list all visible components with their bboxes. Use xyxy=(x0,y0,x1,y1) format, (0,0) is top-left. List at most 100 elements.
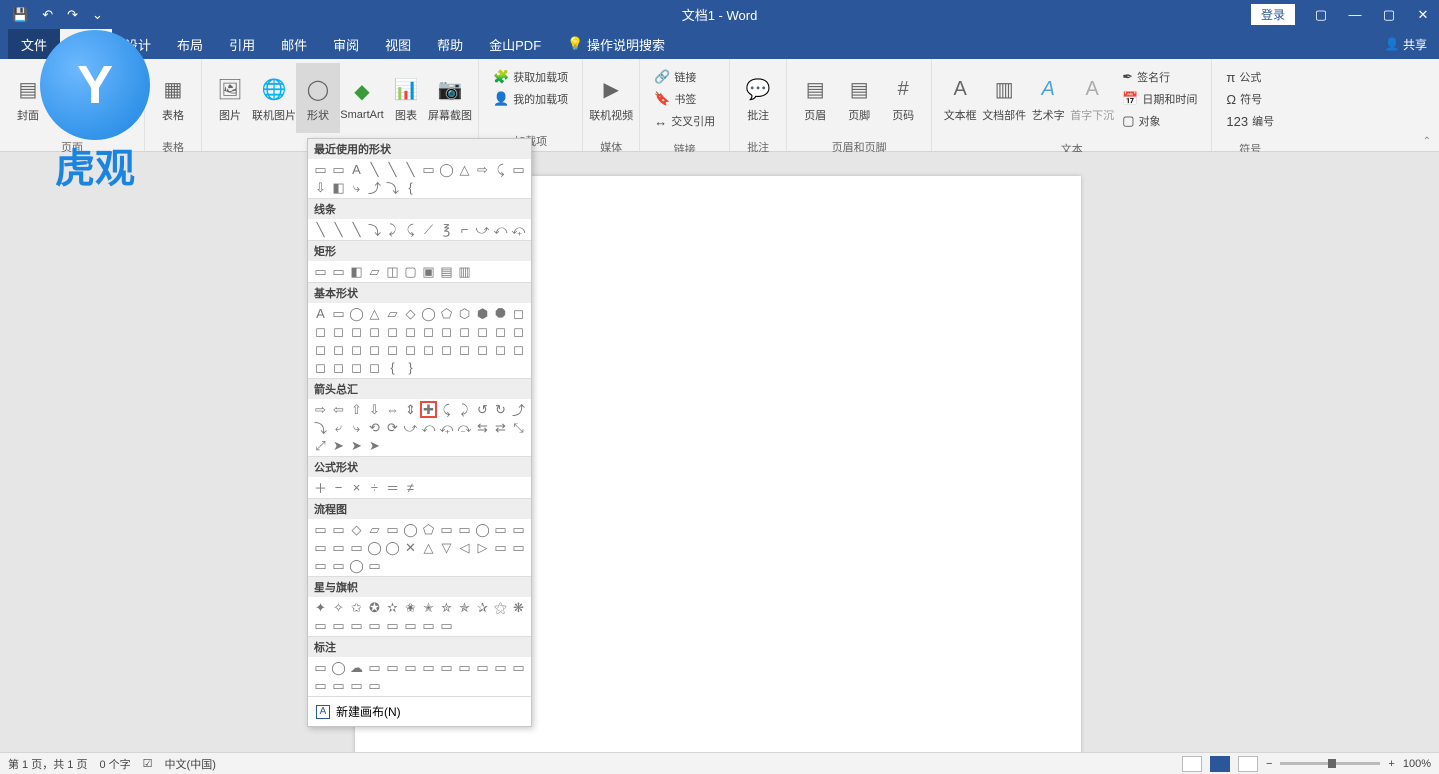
shape-rects-4[interactable]: ◫ xyxy=(384,263,401,280)
shape-recent-6[interactable]: ▭ xyxy=(420,161,437,178)
status-page[interactable]: 第 1 页，共 1 页 xyxy=(8,756,87,772)
shape-basic-19[interactable]: ◻ xyxy=(438,323,455,340)
shape-flow-11[interactable]: ▭ xyxy=(510,521,527,538)
undo-icon[interactable]: ↶ xyxy=(42,7,53,23)
shape-callouts-7[interactable]: ▭ xyxy=(438,659,455,676)
collapse-ribbon-icon[interactable]: ⌃ xyxy=(1423,136,1431,147)
shape-stars-3[interactable]: ✪ xyxy=(366,599,383,616)
chart-button[interactable]: 📊图表 xyxy=(384,63,428,133)
shape-arrows-13[interactable]: ⤶ xyxy=(330,419,347,436)
shape-basic-32[interactable]: ◻ xyxy=(456,341,473,358)
quickparts-button[interactable]: ▥文档部件 xyxy=(982,63,1026,133)
shape-stars-7[interactable]: ✮ xyxy=(438,599,455,616)
shape-callouts-15[interactable]: ▭ xyxy=(366,677,383,694)
shape-recent-2[interactable]: A xyxy=(348,161,365,178)
shape-callouts-5[interactable]: ▭ xyxy=(402,659,419,676)
shape-lines-4[interactable]: ⤸ xyxy=(384,221,401,238)
shape-flow-14[interactable]: ▭ xyxy=(348,539,365,556)
shape-lines-5[interactable]: ⤹ xyxy=(402,221,419,238)
screenshot-button[interactable]: 📷屏幕截图 xyxy=(428,63,472,133)
tab-insert[interactable]: 插入 xyxy=(60,29,112,59)
save-icon[interactable]: 💾 xyxy=(12,7,28,23)
shape-lines-9[interactable]: ⤻ xyxy=(474,221,491,238)
shape-basic-14[interactable]: ◻ xyxy=(348,323,365,340)
bookmark-button[interactable]: 🔖书签 xyxy=(650,89,719,109)
shape-arrows-22[interactable]: ⇄ xyxy=(492,419,509,436)
shape-basic-35[interactable]: ◻ xyxy=(510,341,527,358)
shape-eq-3[interactable]: ÷ xyxy=(366,479,383,496)
shape-arrows-17[interactable]: ⤻ xyxy=(402,419,419,436)
shape-flow-13[interactable]: ▭ xyxy=(330,539,347,556)
shape-callouts-12[interactable]: ▭ xyxy=(312,677,329,694)
new-canvas-button[interactable]: A 新建画布(N) xyxy=(308,696,531,726)
shape-arrows-3[interactable]: ⇩ xyxy=(366,401,383,418)
shape-arrows-23[interactable]: ⤡ xyxy=(510,419,527,436)
tab-mailings[interactable]: 邮件 xyxy=(268,29,320,59)
shape-recent-14[interactable]: ⤷ xyxy=(348,179,365,196)
shape-flow-18[interactable]: △ xyxy=(420,539,437,556)
shape-lines-11[interactable]: ⤽ xyxy=(510,221,527,238)
shape-basic-21[interactable]: ◻ xyxy=(474,323,491,340)
shape-rects-1[interactable]: ▭ xyxy=(330,263,347,280)
shape-basic-22[interactable]: ◻ xyxy=(492,323,509,340)
shape-stars-12[interactable]: ▭ xyxy=(312,617,329,634)
shape-stars-17[interactable]: ▭ xyxy=(402,617,419,634)
shape-callouts-1[interactable]: ◯ xyxy=(330,659,347,676)
sigline-button[interactable]: ✒签名行 xyxy=(1118,67,1201,87)
shape-flow-6[interactable]: ⬠ xyxy=(420,521,437,538)
shape-arrows-19[interactable]: ⤽ xyxy=(438,419,455,436)
my-addins-button[interactable]: 👤我的加载项 xyxy=(489,89,572,109)
shape-basic-15[interactable]: ◻ xyxy=(366,323,383,340)
shape-flow-20[interactable]: ◁ xyxy=(456,539,473,556)
redo-icon[interactable]: ↷ xyxy=(67,7,78,23)
shape-flow-21[interactable]: ▷ xyxy=(474,539,491,556)
shape-flow-17[interactable]: ✕ xyxy=(402,539,419,556)
shape-eq-5[interactable]: ≠ xyxy=(402,479,419,496)
shape-flow-4[interactable]: ▭ xyxy=(384,521,401,538)
view-print-button[interactable] xyxy=(1210,756,1230,772)
qat-more-icon[interactable]: ⌄ xyxy=(92,7,103,23)
shape-basic-34[interactable]: ◻ xyxy=(492,341,509,358)
cover-page-button[interactable]: ▤封面 xyxy=(6,63,50,133)
shape-stars-1[interactable]: ✧ xyxy=(330,599,347,616)
shape-callouts-14[interactable]: ▭ xyxy=(348,677,365,694)
shape-stars-6[interactable]: ✭ xyxy=(420,599,437,616)
shape-recent-3[interactable]: ╲ xyxy=(366,161,383,178)
shape-rects-7[interactable]: ▤ xyxy=(438,263,455,280)
share-button[interactable]: 👤 共享 xyxy=(1385,29,1439,59)
shape-flow-16[interactable]: ◯ xyxy=(384,539,401,556)
tab-design[interactable]: 设计 xyxy=(112,29,164,59)
shape-callouts-0[interactable]: ▭ xyxy=(312,659,329,676)
shape-flow-8[interactable]: ▭ xyxy=(456,521,473,538)
symbol-button[interactable]: Ω符号 xyxy=(1222,89,1278,109)
shape-flow-1[interactable]: ▭ xyxy=(330,521,347,538)
shape-flow-2[interactable]: ◇ xyxy=(348,521,365,538)
zoom-percent[interactable]: 100% xyxy=(1403,758,1431,770)
tab-file[interactable]: 文件 xyxy=(8,29,60,59)
object-button[interactable]: ▢对象 xyxy=(1118,111,1201,131)
shape-arrows-11[interactable]: ⤴ xyxy=(510,401,527,418)
shape-recent-11[interactable]: ▭ xyxy=(510,161,527,178)
tab-view[interactable]: 视图 xyxy=(372,29,424,59)
shape-recent-15[interactable]: ⤴ xyxy=(366,179,383,196)
shape-basic-10[interactable]: ⯃ xyxy=(492,305,509,322)
shape-basic-6[interactable]: ◯ xyxy=(420,305,437,322)
shape-callouts-4[interactable]: ▭ xyxy=(384,659,401,676)
shape-stars-9[interactable]: ✰ xyxy=(474,599,491,616)
shape-flow-24[interactable]: ▭ xyxy=(312,557,329,574)
shape-basic-24[interactable]: ◻ xyxy=(312,341,329,358)
header-button[interactable]: ▤页眉 xyxy=(793,63,837,133)
shape-stars-15[interactable]: ▭ xyxy=(366,617,383,634)
shape-basic-13[interactable]: ◻ xyxy=(330,323,347,340)
shape-stars-16[interactable]: ▭ xyxy=(384,617,401,634)
status-language[interactable]: 中文(中国) xyxy=(165,756,216,772)
shape-stars-4[interactable]: ✫ xyxy=(384,599,401,616)
shape-stars-18[interactable]: ▭ xyxy=(420,617,437,634)
tab-references[interactable]: 引用 xyxy=(216,29,268,59)
shape-recent-4[interactable]: ╲ xyxy=(384,161,401,178)
shape-basic-18[interactable]: ◻ xyxy=(420,323,437,340)
shape-recent-16[interactable]: ⤵ xyxy=(384,179,401,196)
shape-recent-1[interactable]: ▭ xyxy=(330,161,347,178)
login-button[interactable]: 登录 xyxy=(1251,4,1295,25)
shape-stars-19[interactable]: ▭ xyxy=(438,617,455,634)
